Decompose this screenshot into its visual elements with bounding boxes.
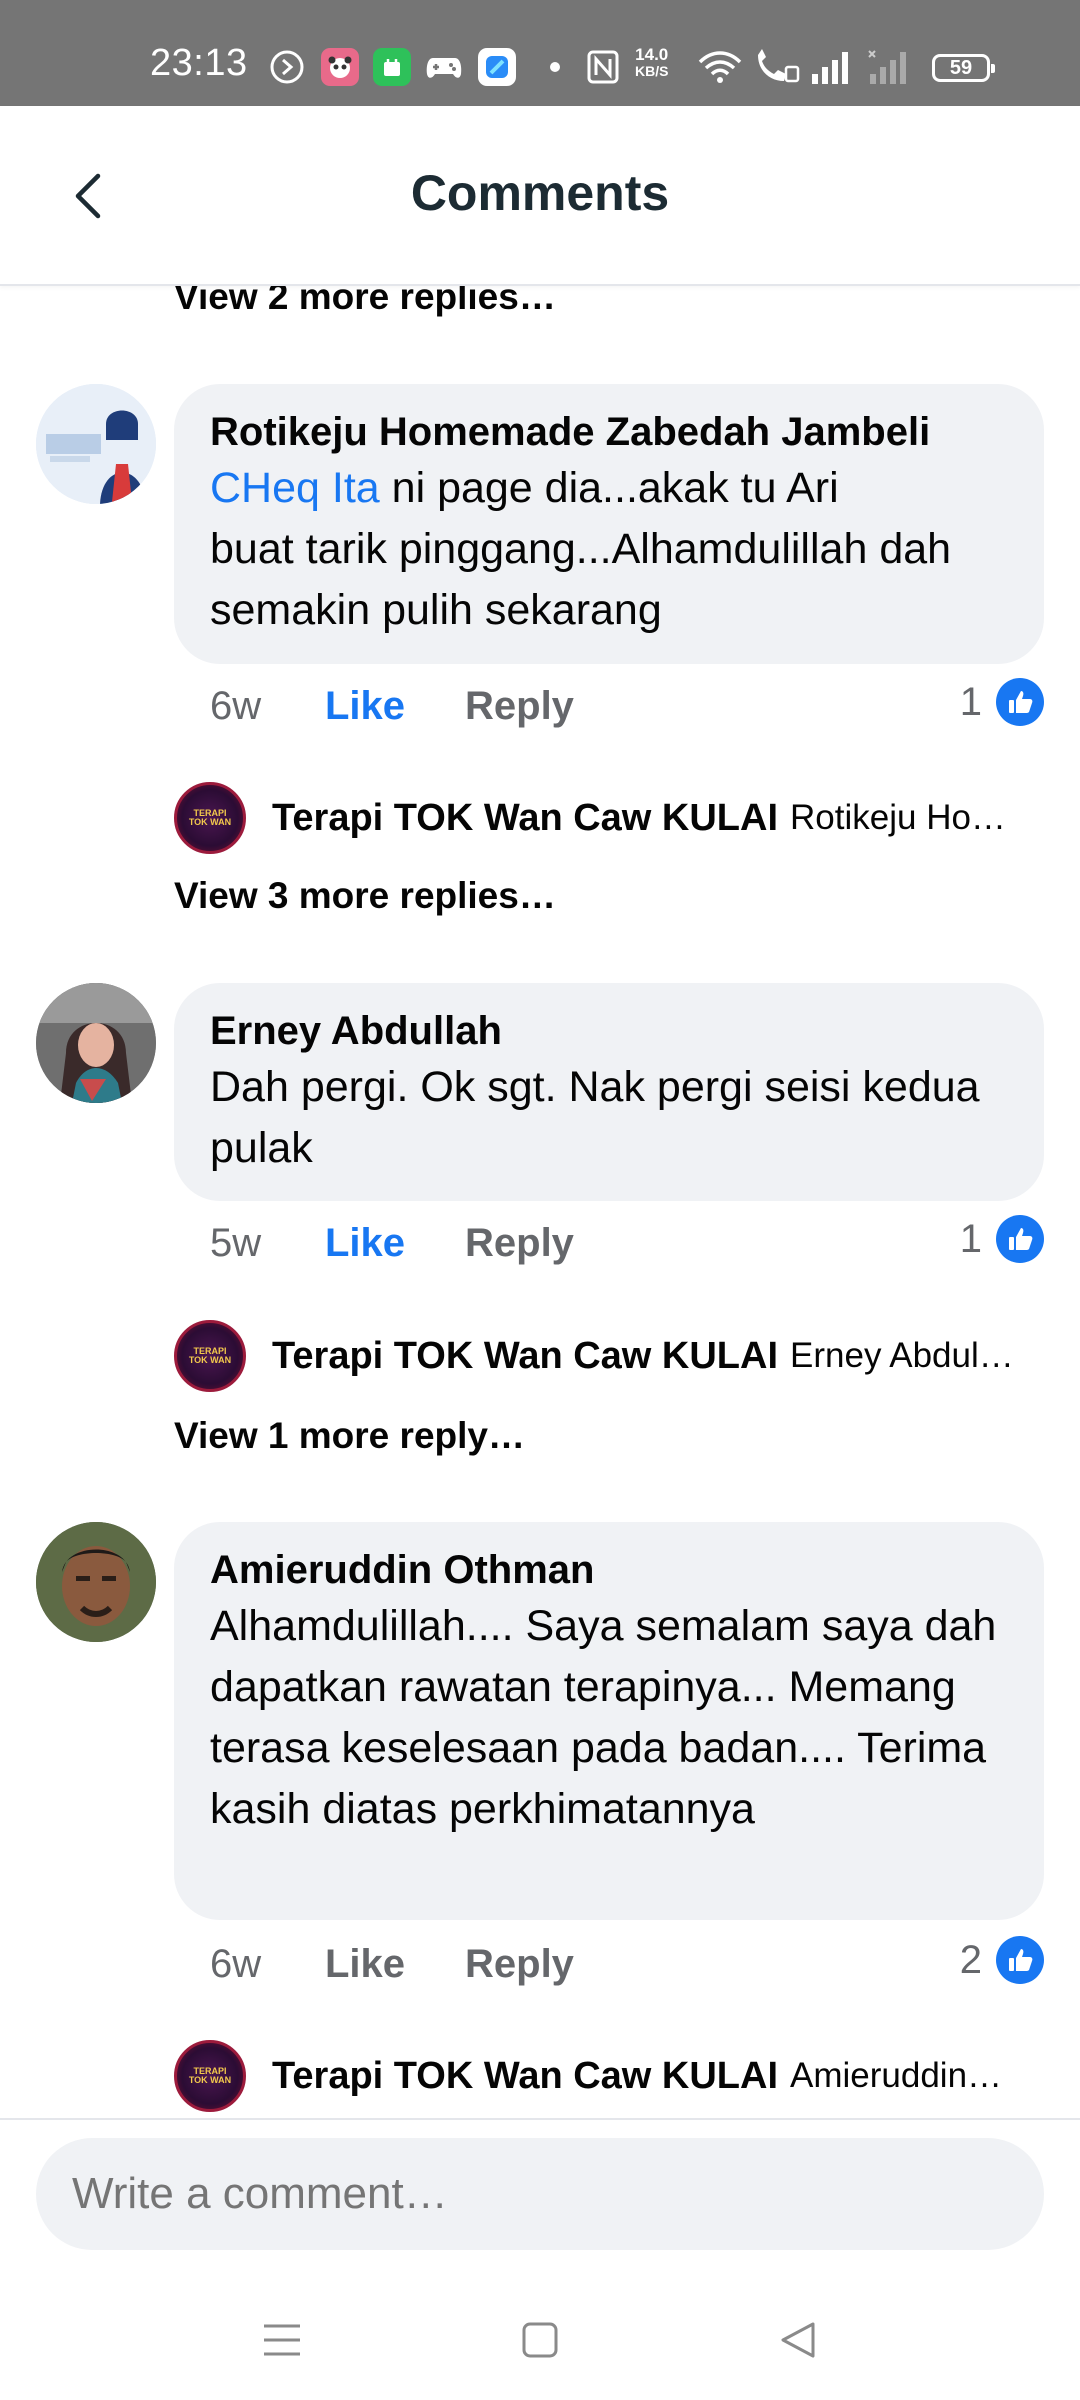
comment-input[interactable] bbox=[36, 2138, 1044, 2250]
comment-time: 6w bbox=[210, 684, 262, 728]
reply-preview[interactable]: TERAPI TOK WAN Terapi TOK Wan Caw KULAI E… bbox=[174, 1320, 1044, 1392]
comments-header: Comments bbox=[0, 106, 1080, 286]
signal-icon bbox=[810, 48, 854, 86]
comment-author[interactable]: Erney Abdullah bbox=[210, 1005, 1008, 1057]
view-more-replies-link[interactable]: View 3 more replies… bbox=[174, 875, 556, 917]
home-square-icon[interactable] bbox=[510, 2310, 570, 2370]
avatar[interactable] bbox=[36, 1522, 156, 1642]
reply-button[interactable]: Reply bbox=[465, 1221, 574, 1266]
comment-time: 6w bbox=[210, 1942, 262, 1986]
notification-dot bbox=[550, 62, 560, 72]
thumbs-up-icon bbox=[996, 678, 1044, 726]
comment-actions: 5w Like Reply bbox=[210, 1221, 574, 1266]
battery-icon: 59 bbox=[932, 54, 995, 82]
reply-preview[interactable]: TERAPI TOK WAN Terapi TOK Wan Caw KULAI R… bbox=[174, 782, 1044, 854]
comment-actions: 6w Like Reply bbox=[210, 1942, 574, 1987]
status-bar: 23:13 14.0 KB/S 59 bbox=[0, 0, 1080, 106]
back-triangle-icon[interactable] bbox=[768, 2310, 828, 2370]
reply-button[interactable]: Reply bbox=[465, 684, 574, 729]
comment-text: Dah pergi. Ok sgt. Nak pergi seisi kedua… bbox=[210, 1063, 980, 1172]
green-app-icon bbox=[373, 48, 411, 86]
reaction-count: 2 bbox=[959, 1937, 982, 1982]
reply-snippet: Amieruddin… bbox=[790, 2056, 1003, 2095]
reply-button[interactable]: Reply bbox=[465, 1942, 574, 1987]
avatar[interactable] bbox=[36, 384, 156, 504]
comment-actions: 6w Like Reply bbox=[210, 684, 574, 729]
avatar[interactable] bbox=[36, 983, 156, 1103]
network-speed: 14.0 KB/S bbox=[635, 45, 669, 79]
status-time: 23:13 bbox=[150, 42, 248, 84]
reply-snippet: Erney Abdul… bbox=[790, 1336, 1014, 1375]
reaction-count: 1 bbox=[959, 1216, 982, 1261]
reply-author[interactable]: Terapi TOK Wan Caw KULAI bbox=[272, 2055, 778, 2098]
reply-preview[interactable]: TERAPI TOK WAN Terapi TOK Wan Caw KULAI A… bbox=[174, 2040, 1044, 2112]
comment-bubble[interactable]: Rotikeju Homemade Zabedah Jambeli CHeq I… bbox=[174, 384, 1044, 664]
mention-link[interactable]: CHeq Ita bbox=[210, 464, 380, 512]
reply-avatar[interactable]: TERAPI TOK WAN bbox=[174, 1320, 246, 1392]
clock-icon bbox=[268, 48, 306, 86]
view-more-replies-link[interactable]: View 1 more reply… bbox=[174, 1415, 525, 1457]
reaction-summary[interactable]: 1 bbox=[960, 678, 1044, 726]
comment-composer bbox=[0, 2118, 1080, 2280]
reply-avatar[interactable]: TERAPI TOK WAN bbox=[174, 2040, 246, 2112]
reply-avatar[interactable]: TERAPI TOK WAN bbox=[174, 782, 246, 854]
reply-author[interactable]: Terapi TOK Wan Caw KULAI bbox=[272, 797, 778, 840]
thumbs-up-icon bbox=[996, 1936, 1044, 1984]
comment-time: 5w bbox=[210, 1221, 262, 1265]
comment-author[interactable]: Rotikeju Homemade Zabedah Jambeli bbox=[210, 406, 1008, 458]
comment-author[interactable]: Amieruddin Othman bbox=[210, 1544, 1008, 1596]
nfc-icon bbox=[584, 48, 622, 86]
reaction-summary[interactable]: 1 bbox=[960, 1215, 1044, 1263]
blue-app-icon bbox=[478, 48, 516, 86]
page-title: Comments bbox=[410, 165, 670, 221]
system-nav-bar bbox=[0, 2280, 1080, 2400]
comment-bubble[interactable]: Erney Abdullah Dah pergi. Ok sgt. Nak pe… bbox=[174, 983, 1044, 1201]
comment-text: CHeq Ita ni page dia...akak tu Ari buat t… bbox=[210, 464, 952, 634]
wifi-icon bbox=[698, 48, 742, 86]
reaction-summary[interactable]: 2 bbox=[960, 1936, 1044, 1984]
like-button[interactable]: Like bbox=[325, 1221, 465, 1266]
menu-icon[interactable] bbox=[252, 2310, 312, 2370]
gamepad-icon bbox=[425, 48, 463, 86]
panda-app-icon bbox=[321, 48, 359, 86]
reply-author[interactable]: Terapi TOK Wan Caw KULAI bbox=[272, 1335, 778, 1378]
reply-snippet: Rotikeju Ho… bbox=[790, 798, 1006, 837]
comment-text: Alhamdulillah.... Saya semalam saya dah … bbox=[210, 1602, 997, 1833]
wifi-call-icon bbox=[752, 48, 800, 86]
like-button[interactable]: Like bbox=[325, 684, 465, 729]
signal-weak-icon bbox=[868, 48, 912, 86]
reaction-count: 1 bbox=[959, 679, 982, 724]
comment-bubble[interactable]: Amieruddin Othman Alhamdulillah.... Saya… bbox=[174, 1522, 1044, 1920]
thumbs-up-icon bbox=[996, 1215, 1044, 1263]
like-button[interactable]: Like bbox=[325, 1942, 465, 1987]
